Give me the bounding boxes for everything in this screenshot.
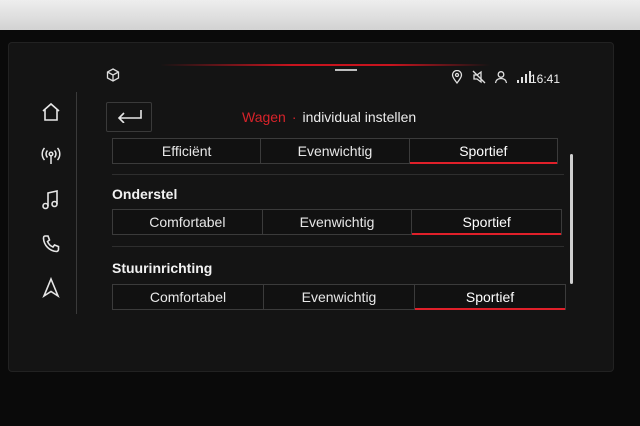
- person-icon: [494, 70, 508, 89]
- title-category: Wagen: [242, 109, 286, 125]
- navigation-arrow-icon: [41, 276, 61, 304]
- mute-icon: [472, 70, 486, 89]
- steering-option-sport[interactable]: Sportief: [415, 285, 565, 310]
- radio-icon: [39, 145, 63, 172]
- section-divider: [112, 246, 564, 247]
- title-separator: ·: [291, 109, 297, 125]
- cube-icon: [106, 68, 120, 87]
- sidebar-item-home[interactable]: [28, 92, 74, 136]
- home-icon: [40, 101, 62, 128]
- back-button[interactable]: [106, 102, 152, 132]
- suspension-mode-selector: Comfortabel Evenwichtig Sportief: [112, 209, 562, 235]
- title-text: individual instellen: [302, 109, 417, 125]
- status-handle: [335, 69, 357, 71]
- infotainment-screen: [8, 42, 614, 372]
- sidebar-item-media[interactable]: [28, 180, 74, 224]
- status-icons: [450, 69, 532, 89]
- suspension-option-balanced[interactable]: Evenwichtig: [263, 210, 413, 234]
- suspension-option-sport[interactable]: Sportief: [412, 210, 561, 235]
- clock: 16:41: [530, 72, 561, 86]
- sidebar-item-radio[interactable]: [28, 136, 74, 180]
- steering-option-balanced[interactable]: Evenwichtig: [264, 285, 415, 309]
- music-note-icon: [41, 189, 61, 216]
- steering-option-comfort[interactable]: Comfortabel: [113, 285, 264, 309]
- drive-option-sport[interactable]: Sportief: [409, 139, 558, 164]
- sidebar: [28, 92, 77, 314]
- drive-option-balanced[interactable]: Evenwichtig: [261, 139, 410, 163]
- section-label-stuurinrichting: Stuurinrichting: [112, 260, 213, 276]
- scrollbar[interactable]: [570, 154, 573, 284]
- sidebar-item-phone[interactable]: [28, 224, 74, 268]
- sidebar-item-navigation[interactable]: [28, 268, 74, 312]
- steering-mode-selector: Comfortabel Evenwichtig Sportief: [112, 284, 566, 310]
- drive-option-efficient[interactable]: Efficiënt: [113, 139, 262, 163]
- suspension-option-comfort[interactable]: Comfortabel: [113, 210, 263, 234]
- status-accent-line: [160, 64, 490, 66]
- section-divider: [112, 174, 564, 175]
- header: Wagen · individual instellen: [106, 100, 566, 134]
- location-pin-icon: [450, 69, 464, 89]
- drive-mode-selector: Efficiënt Evenwichtig Sportief: [112, 138, 558, 164]
- phone-icon: [40, 233, 62, 260]
- status-bar: 16:41: [100, 64, 570, 88]
- back-arrow-icon: [115, 107, 143, 128]
- section-label-onderstel: Onderstel: [112, 186, 178, 202]
- page-title: Wagen · individual instellen: [242, 109, 416, 125]
